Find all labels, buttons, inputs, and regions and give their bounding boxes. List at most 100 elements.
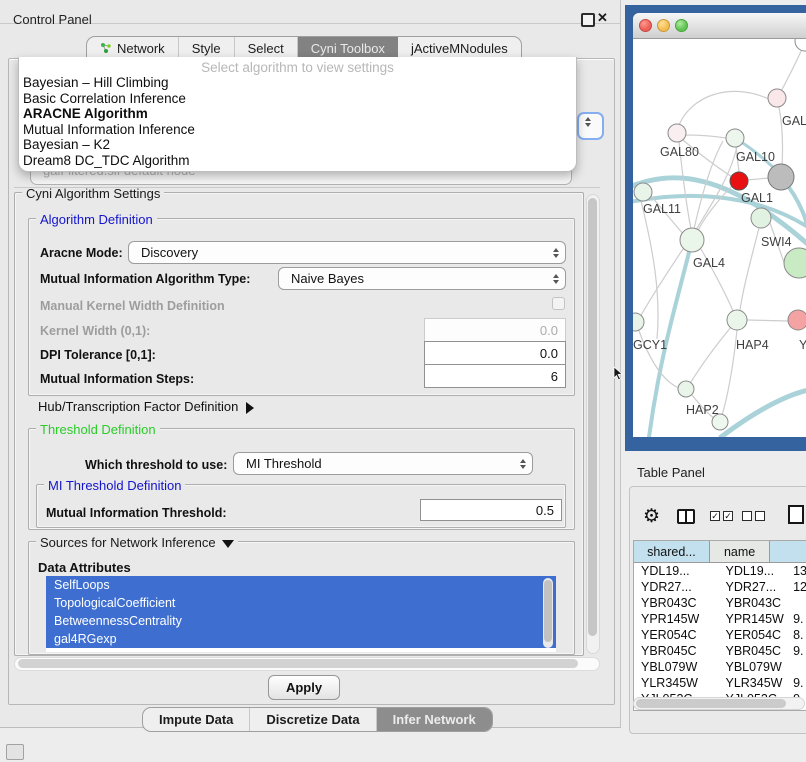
columns-icon[interactable]: [677, 509, 695, 524]
list-item[interactable]: gal4RGexp: [46, 630, 556, 648]
table-row[interactable]: YBL079W YBL079W: [634, 659, 806, 675]
zoom-traffic-light-icon[interactable]: [675, 19, 688, 32]
tab-jactivemnodules[interactable]: jActiveMNodules: [398, 37, 521, 59]
list-item[interactable]: BetweennessCentrality: [46, 612, 556, 630]
node-gal1-red[interactable]: [730, 172, 748, 190]
node-label: HAP2: [686, 403, 719, 417]
attributes-list-scrollbar[interactable]: [543, 578, 553, 648]
new-table-icon[interactable]: [788, 505, 804, 524]
attributes-list-scrollbar-thumb[interactable]: [544, 580, 552, 642]
network-canvas[interactable]: GAL GAL80 GAL10 GAL1 GAL11 SWI4 GAL4 GCY…: [633, 39, 806, 437]
kernel-width-label: Kernel Width (0,1):: [40, 324, 150, 338]
node-label: GAL1: [741, 191, 773, 205]
minimized-panel-button[interactable]: [6, 744, 24, 760]
node-salmon[interactable]: [788, 310, 806, 330]
node-gal80[interactable]: [668, 124, 686, 142]
algorithm-option-selected[interactable]: ARACNE Algorithm: [19, 106, 576, 122]
node-label: GAL4: [693, 256, 725, 270]
which-threshold-select[interactable]: MI Threshold: [233, 452, 533, 475]
node-hap2[interactable]: [678, 381, 694, 397]
column-header-clipped[interactable]: [770, 541, 806, 562]
tab-discretize-data[interactable]: Discretize Data: [250, 708, 376, 731]
aracne-mode-select[interactable]: Discovery: [128, 241, 566, 264]
float-window-icon[interactable]: [581, 13, 595, 27]
table-row[interactable]: YDL19... YDL19... 13: [634, 563, 806, 579]
gear-icon[interactable]: ⚙: [643, 505, 660, 528]
tab-impute-data[interactable]: Impute Data: [143, 708, 250, 731]
column-header-name[interactable]: name: [710, 541, 771, 562]
settings-horizontal-scrollbar[interactable]: [14, 657, 600, 671]
dpi-tolerance-label: DPI Tolerance [0,1]:: [40, 348, 156, 362]
close-traffic-light-icon[interactable]: [639, 19, 652, 32]
mi-algorithm-type-value: Naive Bayes: [291, 271, 547, 286]
table-row[interactable]: YDR27... YDR27... 12: [634, 579, 806, 595]
node-gal11[interactable]: [634, 183, 652, 201]
algorithm-option[interactable]: Bayesian – K2: [19, 137, 576, 153]
mi-threshold-field[interactable]: 0.5: [420, 499, 562, 521]
algorithm-dropdown-prompt: Select algorithm to view settings: [19, 60, 576, 75]
sources-legend-label: Sources for Network Inference: [40, 535, 216, 550]
node-gal4[interactable]: [680, 228, 704, 252]
tab-select[interactable]: Select: [235, 37, 298, 59]
cell: 9.: [786, 644, 806, 658]
network-window-titlebar[interactable]: [633, 13, 806, 39]
node-gal10[interactable]: [726, 129, 744, 147]
node-gray[interactable]: [768, 164, 794, 190]
control-panel-title: Control Panel: [13, 12, 92, 27]
cell: YDL19...: [634, 564, 718, 578]
mi-steps-field[interactable]: 6: [424, 364, 566, 388]
cell: YBR043C: [634, 596, 718, 610]
deselect-all-columns-button[interactable]: [742, 511, 765, 521]
kernel-width-field[interactable]: 0.0: [424, 318, 566, 342]
aracne-mode-label: Aracne Mode:: [40, 246, 123, 260]
node[interactable]: [768, 89, 786, 107]
algorithm-option[interactable]: Bayesian – Hill Climbing: [19, 75, 576, 91]
select-all-columns-button[interactable]: ✓ ✓: [710, 511, 733, 521]
apply-button[interactable]: Apply: [268, 675, 340, 700]
table-horizontal-scrollbar[interactable]: [633, 697, 805, 710]
aracne-mode-value: Discovery: [141, 245, 547, 260]
node-hap4[interactable]: [727, 310, 747, 330]
cell: YLR345W: [718, 676, 786, 690]
network-view-window[interactable]: GAL GAL80 GAL10 GAL1 GAL11 SWI4 GAL4 GCY…: [633, 13, 806, 437]
algorithm-option[interactable]: Mutual Information Inference: [19, 122, 576, 138]
table-row[interactable]: YBR043C YBR043C: [634, 595, 806, 611]
minimize-traffic-light-icon[interactable]: [657, 19, 670, 32]
mi-algorithm-type-select[interactable]: Naive Bayes: [278, 267, 566, 290]
algorithm-option[interactable]: Dream8 DC_TDC Algorithm: [19, 153, 576, 169]
node[interactable]: [795, 39, 806, 51]
table-horizontal-scrollbar-thumb[interactable]: [636, 699, 786, 708]
table-row[interactable]: YER054C YER054C 8.: [634, 627, 806, 643]
cell: YLR345W: [634, 676, 718, 690]
node-gcy1[interactable]: [633, 313, 644, 331]
settings-vertical-scrollbar[interactable]: [586, 194, 600, 654]
settings-vertical-scrollbar-thumb[interactable]: [588, 198, 597, 636]
node[interactable]: [784, 248, 806, 278]
tab-cyni-toolbox[interactable]: Cyni Toolbox: [298, 37, 398, 59]
cell: YBL079W: [718, 660, 786, 674]
tab-style[interactable]: Style: [179, 37, 235, 59]
stepper-icon: [547, 274, 565, 284]
cyni-algorithm-settings-legend: Cyni Algorithm Settings: [22, 186, 164, 201]
sources-legend[interactable]: Sources for Network Inference: [36, 535, 238, 550]
list-item[interactable]: TopologicalCoefficient: [46, 594, 556, 612]
table-row[interactable]: YPR145W YPR145W 9.: [634, 611, 806, 627]
which-threshold-label: Which threshold to use:: [85, 458, 227, 472]
settings-horizontal-scrollbar-thumb[interactable]: [18, 659, 578, 668]
algorithm-combo-stepper-fragment[interactable]: [577, 112, 604, 140]
data-attributes-list[interactable]: SelfLoops TopologicalCoefficient Between…: [46, 576, 556, 652]
manual-kernel-width-checkbox[interactable]: [552, 297, 565, 310]
table-row[interactable]: YLR345W YLR345W 9.: [634, 675, 806, 691]
algorithm-option[interactable]: Basic Correlation Inference: [19, 91, 576, 107]
list-item[interactable]: SelfLoops: [46, 576, 556, 594]
tab-infer-network[interactable]: Infer Network: [377, 708, 492, 731]
close-icon[interactable]: ✕: [597, 10, 608, 26]
table-row[interactable]: YBR045C YBR045C 9.: [634, 643, 806, 659]
dpi-tolerance-field[interactable]: 0.0: [424, 341, 566, 365]
tab-discretize-data-label: Discretize Data: [266, 712, 359, 727]
stepper-icon: [547, 248, 565, 258]
hub-definition-expander[interactable]: Hub/Transcription Factor Definition: [38, 399, 254, 414]
node-swi4[interactable]: [751, 208, 771, 228]
tab-network[interactable]: Network: [87, 37, 179, 59]
column-header-shared-name[interactable]: shared...: [634, 541, 710, 562]
